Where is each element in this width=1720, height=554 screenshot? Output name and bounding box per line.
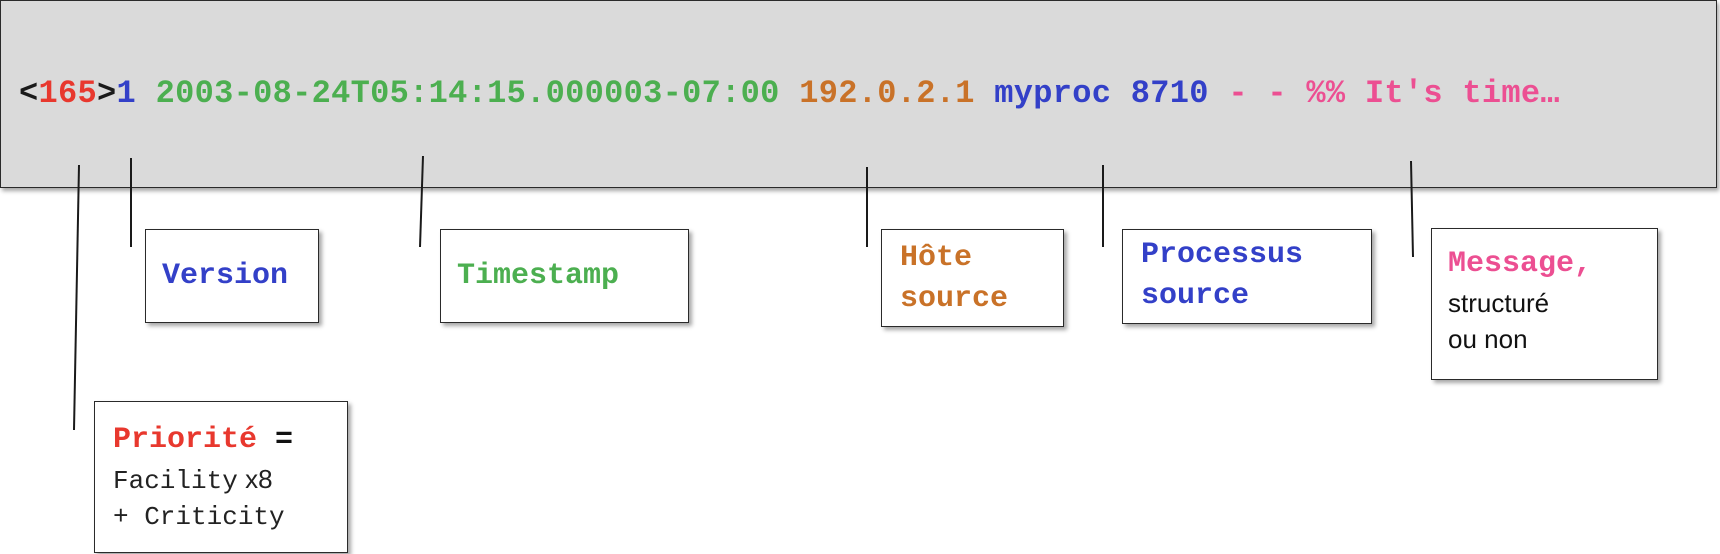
message-box: Message, structuré ou non [1431,228,1658,380]
process-label-line2: source [1141,279,1250,313]
priority-label: Priorité [113,423,258,457]
priority-x8: x8 [245,464,273,494]
priority-facility-row: Facility x8 [113,461,293,499]
priority-criticity: + Criticity [113,502,285,532]
timestamp-box: Timestamp [440,229,689,323]
message-label-title: Message, [1448,247,1593,281]
priority-facility: Facility [113,466,238,496]
timestamp-label: Timestamp [457,259,620,293]
host-label-line1: Hôte [900,241,973,275]
message-label-line1: structuré [1448,288,1550,318]
connector-timestamp [419,155,424,248]
version-box: Version [145,229,319,323]
host-box: Hôte source [881,229,1064,327]
priority-equals: = [275,423,294,457]
process-box: Processus source [1122,229,1372,324]
connector-message [1410,160,1414,258]
process-label-line1: Processus [1141,238,1304,272]
version-label: Version [162,259,289,293]
priority-box: Priorité = Facility x8 + Criticity [94,401,348,553]
connector-priority [73,164,80,431]
message-label-line2: ou non [1448,324,1528,354]
host-label-line2: source [900,282,1009,316]
priority-title-row: Priorité = [113,420,293,461]
